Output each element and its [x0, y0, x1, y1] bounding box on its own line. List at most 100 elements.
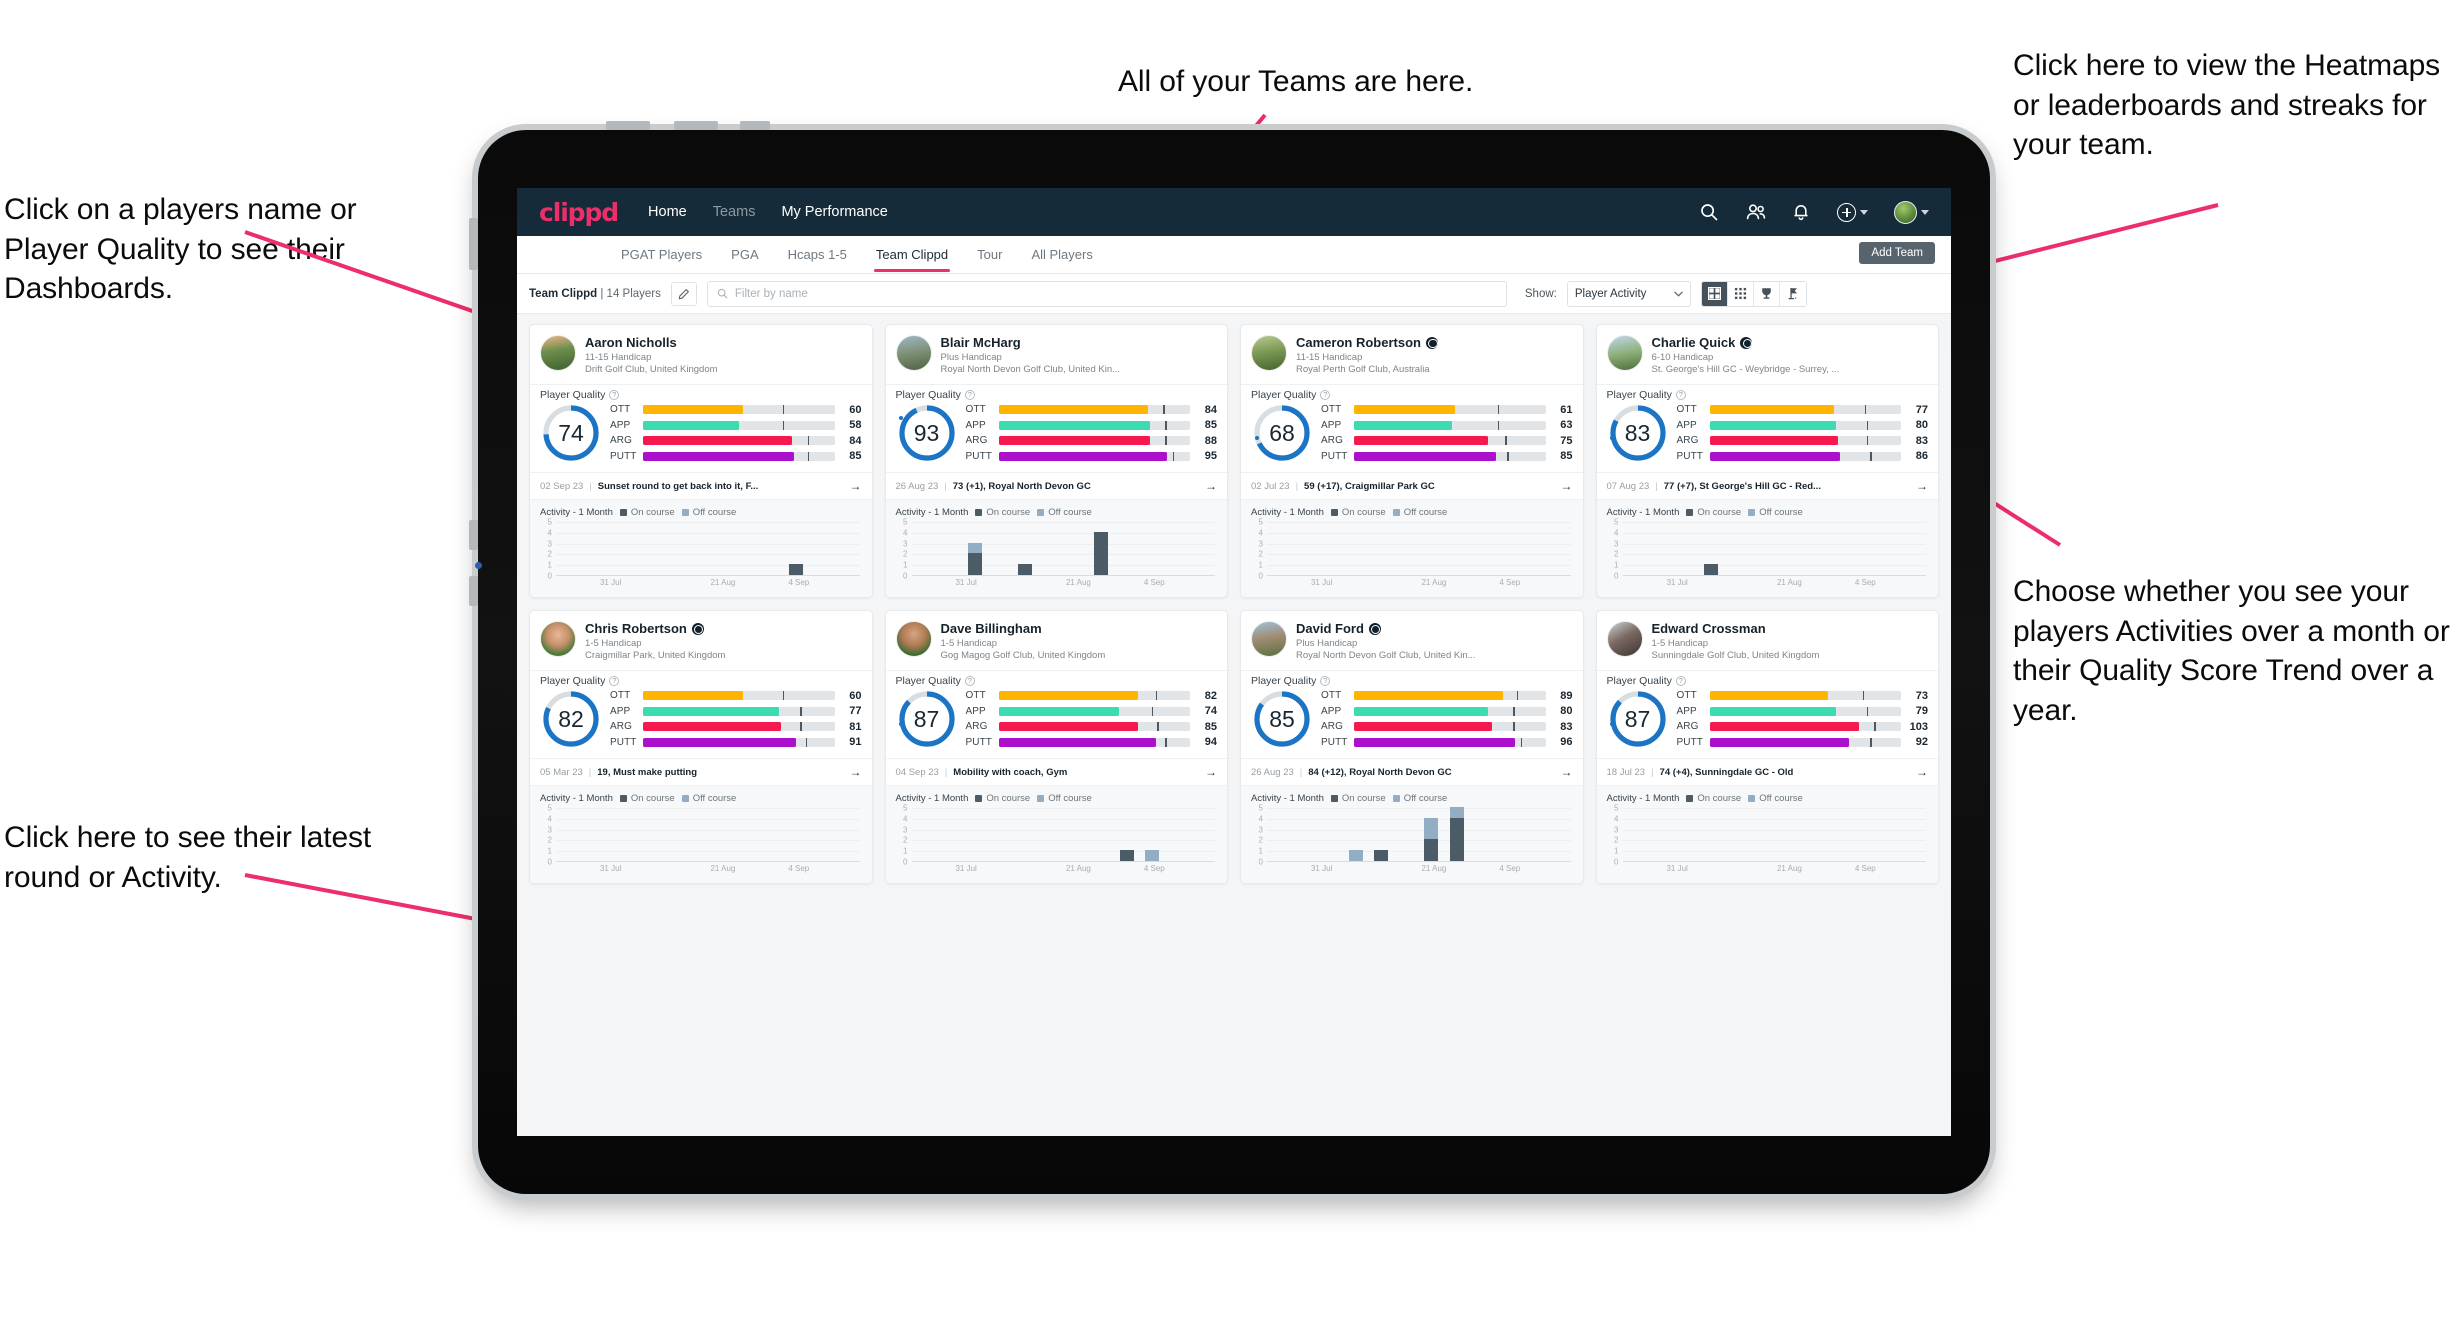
- player-quality-section[interactable]: Player Quality ? 85 OTT 89 APP 80 ARG 83…: [1241, 670, 1583, 758]
- profile-menu-button[interactable]: [1894, 200, 1929, 224]
- arrow-right-icon[interactable]: →: [1910, 765, 1928, 779]
- player-name-row[interactable]: Edward Crossman: [1652, 621, 1929, 636]
- arrow-right-icon[interactable]: →: [1555, 479, 1573, 493]
- flag-heatmap-button[interactable]: [1779, 281, 1806, 306]
- tab-tour[interactable]: Tour: [977, 236, 1002, 274]
- metric-label: APP: [1321, 705, 1342, 717]
- player-name[interactable]: Cameron Robertson: [1296, 335, 1421, 350]
- player-quality-section[interactable]: Player Quality ? 68 OTT 61 APP 63 ARG 75…: [1241, 384, 1583, 472]
- player-card[interactable]: Cameron Robertson 11-15 Handicap Royal P…: [1240, 324, 1584, 598]
- player-quality-section[interactable]: Player Quality ? 87 OTT 82 APP 74 ARG 85…: [885, 670, 1227, 758]
- player-quality-body: 85 OTT 89 APP 80 ARG 83 PUTT 96: [1251, 688, 1573, 750]
- player-name[interactable]: Chris Robertson: [585, 621, 687, 636]
- latest-round-row[interactable]: 26 Aug 23 | 84 (+12), Royal North Devon …: [1241, 758, 1583, 785]
- table-view-button[interactable]: [1727, 281, 1754, 306]
- arrow-right-icon[interactable]: →: [844, 765, 862, 779]
- latest-round-row[interactable]: 02 Sep 23 | Sunset round to get back int…: [530, 472, 872, 499]
- arrow-right-icon[interactable]: →: [1199, 765, 1217, 779]
- question-mark-icon[interactable]: ?: [1675, 390, 1686, 400]
- player-name-row[interactable]: David Ford: [1296, 621, 1573, 636]
- tab-pga[interactable]: PGA: [731, 236, 758, 274]
- latest-round-row[interactable]: 02 Jul 23 | 59 (+17), Craigmillar Park G…: [1241, 472, 1583, 499]
- player-name[interactable]: Blair McHarg: [941, 335, 1021, 350]
- player-name[interactable]: Dave Billingham: [941, 621, 1042, 636]
- player-name-row[interactable]: Aaron Nicholls: [585, 335, 862, 350]
- latest-round-row[interactable]: 05 Mar 23 | 19, Must make putting →: [530, 758, 872, 785]
- arrow-right-icon[interactable]: →: [844, 479, 862, 493]
- player-card-header[interactable]: Blair McHarg Plus Handicap Royal North D…: [886, 325, 1228, 384]
- player-card-header[interactable]: Cameron Robertson 11-15 Handicap Royal P…: [1241, 325, 1583, 384]
- player-name[interactable]: Edward Crossman: [1652, 621, 1766, 636]
- latest-round-row[interactable]: 18 Jul 23 | 74 (+4), Sunningdale GC - Ol…: [1596, 758, 1938, 785]
- tab-team-clippd[interactable]: Team Clippd: [873, 236, 951, 274]
- question-mark-icon[interactable]: ?: [1320, 676, 1331, 686]
- player-card-header[interactable]: Chris Robertson 1-5 Handicap Craigmillar…: [530, 611, 872, 670]
- quality-score-ring: 68: [1251, 402, 1313, 464]
- player-card[interactable]: Dave Billingham 1-5 Handicap Gog Magog G…: [884, 610, 1228, 884]
- player-quality-body: 83 OTT 77 APP 80 ARG 83 PUTT 86: [1607, 402, 1928, 464]
- player-card-header[interactable]: Dave Billingham 1-5 Handicap Gog Magog G…: [886, 611, 1228, 670]
- app-top-navbar: clippd Home Teams My Performance: [517, 188, 1951, 236]
- question-mark-icon[interactable]: ?: [1675, 676, 1686, 686]
- metric-row: ARG 103: [1677, 721, 1929, 733]
- player-card-header[interactable]: Aaron Nicholls 11-15 Handicap Drift Golf…: [530, 325, 872, 384]
- player-quality-section[interactable]: Player Quality ? 87 OTT 73 APP 79 ARG 10…: [1596, 670, 1938, 758]
- y-axis-tick: 3: [547, 825, 552, 835]
- player-card[interactable]: Charlie Quick 6-10 Handicap St. George's…: [1595, 324, 1939, 598]
- y-axis-tick: 5: [1258, 517, 1263, 527]
- player-card-header[interactable]: David Ford Plus Handicap Royal North Dev…: [1241, 611, 1583, 670]
- player-name-row[interactable]: Charlie Quick: [1652, 335, 1929, 350]
- player-card-header[interactable]: Charlie Quick 6-10 Handicap St. George's…: [1597, 325, 1939, 384]
- arrow-right-icon[interactable]: →: [1555, 765, 1573, 779]
- tab-all-players[interactable]: All Players: [1031, 236, 1092, 274]
- player-quality-section[interactable]: Player Quality ? 83 OTT 77 APP 80 ARG 83…: [1596, 384, 1938, 472]
- question-mark-icon[interactable]: ?: [609, 676, 620, 686]
- bell-icon[interactable]: [1791, 202, 1811, 222]
- player-name[interactable]: Aaron Nicholls: [585, 335, 677, 350]
- nav-link-my-performance[interactable]: My Performance: [781, 204, 887, 220]
- question-mark-icon[interactable]: ?: [964, 676, 975, 686]
- edit-team-button[interactable]: [670, 281, 697, 306]
- legend-on-course: On course: [1686, 507, 1741, 518]
- add-menu-button[interactable]: [1837, 202, 1868, 222]
- question-mark-icon[interactable]: ?: [964, 390, 975, 400]
- metric-benchmark-tick: [1516, 691, 1519, 701]
- player-quality-label: Player Quality: [895, 675, 961, 687]
- x-axis-labels: 31 Jul 21 Aug 4 Sep: [556, 578, 860, 590]
- arrow-right-icon[interactable]: →: [1199, 479, 1217, 493]
- grid-view-button[interactable]: [1701, 281, 1728, 306]
- clippd-logo[interactable]: clippd: [539, 198, 619, 227]
- search-input[interactable]: Filter by name: [706, 280, 1507, 307]
- player-card[interactable]: Aaron Nicholls 11-15 Handicap Drift Golf…: [529, 324, 873, 598]
- player-quality-section[interactable]: Player Quality ? 82 OTT 60 APP 77 ARG 81…: [530, 670, 872, 758]
- player-quality-section[interactable]: Player Quality ? 93 OTT 84 APP 85 ARG 88…: [885, 384, 1227, 472]
- arrow-right-icon[interactable]: →: [1910, 479, 1928, 493]
- nav-link-teams[interactable]: Teams: [713, 204, 756, 220]
- player-card[interactable]: David Ford Plus Handicap Royal North Dev…: [1240, 610, 1584, 884]
- player-name-row[interactable]: Cameron Robertson: [1296, 335, 1573, 350]
- people-icon[interactable]: [1745, 202, 1766, 222]
- tab-hcaps-1-5[interactable]: Hcaps 1-5: [788, 236, 847, 274]
- player-name[interactable]: David Ford: [1296, 621, 1364, 636]
- leaderboard-trophy-button[interactable]: [1753, 281, 1780, 306]
- latest-round-row[interactable]: 07 Aug 23 | 77 (+7), St George's Hill GC…: [1596, 472, 1938, 499]
- tab-pgat-players[interactable]: PGAT Players: [621, 236, 702, 274]
- show-select[interactable]: Player Activity: [1566, 280, 1691, 307]
- player-card-header[interactable]: Edward Crossman 1-5 Handicap Sunningdale…: [1597, 611, 1939, 670]
- nav-link-home[interactable]: Home: [648, 204, 687, 220]
- question-mark-icon[interactable]: ?: [609, 390, 620, 400]
- player-card[interactable]: Chris Robertson 1-5 Handicap Craigmillar…: [529, 610, 873, 884]
- add-team-button[interactable]: Add Team: [1859, 242, 1935, 264]
- player-quality-section[interactable]: Player Quality ? 74 OTT 60 APP 58 ARG 84…: [530, 384, 872, 472]
- latest-round-row[interactable]: 04 Sep 23 | Mobility with coach, Gym →: [885, 758, 1227, 785]
- latest-round-row[interactable]: 26 Aug 23 | 73 (+1), Royal North Devon G…: [885, 472, 1227, 499]
- search-icon[interactable]: [1699, 202, 1719, 222]
- player-name-row[interactable]: Blair McHarg: [941, 335, 1218, 350]
- metric-value: 85: [849, 450, 862, 463]
- player-name[interactable]: Charlie Quick: [1652, 335, 1736, 350]
- player-name-row[interactable]: Dave Billingham: [941, 621, 1218, 636]
- player-card[interactable]: Blair McHarg Plus Handicap Royal North D…: [884, 324, 1228, 598]
- question-mark-icon[interactable]: ?: [1320, 390, 1331, 400]
- player-card[interactable]: Edward Crossman 1-5 Handicap Sunningdale…: [1595, 610, 1939, 884]
- player-name-row[interactable]: Chris Robertson: [585, 621, 862, 636]
